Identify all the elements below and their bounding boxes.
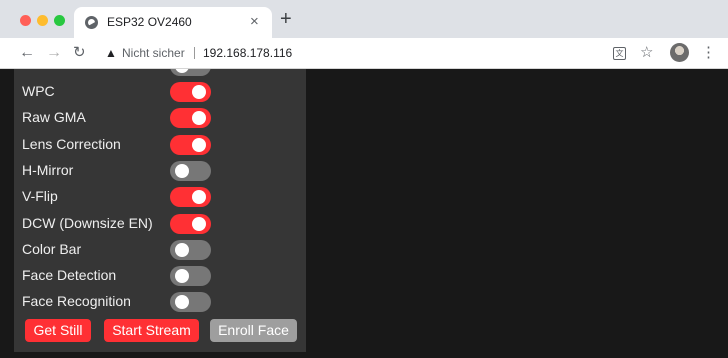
warning-icon[interactable]: ▲: [105, 46, 117, 60]
start-stream-button[interactable]: Start Stream: [104, 319, 199, 342]
toggle-row: Lens Correction: [14, 132, 306, 158]
toggle-knob: [192, 85, 206, 99]
browser-tab-bar: ESP32 OV2460 × +: [0, 0, 728, 38]
toggle-switch[interactable]: [170, 239, 211, 260]
get-still-button[interactable]: Get Still: [25, 319, 91, 342]
back-arrow-icon[interactable]: ←: [19, 43, 35, 63]
profile-avatar[interactable]: [670, 43, 689, 62]
maximize-window-icon[interactable]: [54, 15, 65, 26]
toggle-row-partial: [14, 69, 306, 79]
toggle-label: Color Bar: [22, 240, 82, 257]
globe-icon: [85, 16, 98, 29]
toggle-label: Face Detection: [22, 267, 117, 284]
toggle-row: Face Recognition: [14, 289, 306, 315]
toggle-switch[interactable]: [170, 69, 211, 76]
toggle-knob: [175, 242, 189, 257]
toggle-knob: [175, 269, 189, 284]
enroll-face-button[interactable]: Enroll Face: [210, 319, 297, 342]
toggle-switch[interactable]: [170, 108, 211, 129]
toggle-switch[interactable]: [170, 134, 211, 155]
camera-page: WPC Raw GMA Lens Correction H-Mirror V-Flip D…: [0, 69, 728, 358]
toggle-label: DCW (Downsize EN): [22, 214, 153, 231]
security-label[interactable]: Nicht sicher: [122, 46, 185, 60]
toggle-knob: [192, 111, 206, 126]
toggle-knob: [175, 69, 189, 73]
forward-arrow-icon[interactable]: →: [46, 43, 62, 63]
tab-close-icon[interactable]: ×: [250, 13, 259, 31]
tab-title: ESP32 OV2460: [107, 15, 192, 29]
toggle-row: Color Bar: [14, 237, 306, 263]
reload-icon[interactable]: ↻: [73, 43, 86, 63]
new-tab-icon[interactable]: +: [280, 8, 292, 30]
toggle-row: Face Detection: [14, 263, 306, 289]
toggle-row: DCW (Downsize EN): [14, 211, 306, 237]
settings-panel[interactable]: WPC Raw GMA Lens Correction H-Mirror V-Flip D…: [14, 69, 306, 352]
toggle-label: WPC: [22, 83, 55, 99]
browser-toolbar: ← → ↻ ▲ Nicht sicher 192.168.178.116 文 ☆…: [0, 38, 728, 69]
toggle-knob: [175, 295, 189, 310]
toggle-label: H-Mirror: [22, 161, 74, 178]
toggle-switch[interactable]: [170, 82, 211, 102]
more-menu-icon[interactable]: ⋮: [701, 43, 716, 63]
minimize-window-icon[interactable]: [37, 15, 48, 26]
toggle-knob: [192, 216, 206, 231]
close-window-icon[interactable]: [20, 15, 31, 26]
toggle-switch[interactable]: [170, 292, 211, 313]
toggle-row: H-Mirror: [14, 158, 306, 184]
toggle-label: Lens Correction: [22, 135, 121, 152]
toggle-label: Face Recognition: [22, 293, 131, 310]
toggle-row: Raw GMA: [14, 105, 306, 131]
address-separator: [194, 47, 195, 59]
address-bar[interactable]: 192.168.178.116: [203, 46, 292, 60]
toggle-switch[interactable]: [170, 187, 211, 208]
toggle-knob: [175, 163, 189, 178]
toggle-switch[interactable]: [170, 160, 211, 181]
toggle-label: V-Flip: [22, 188, 58, 205]
toggle-switch[interactable]: [170, 266, 211, 287]
toggle-switch[interactable]: [170, 213, 211, 234]
toggle-row: WPC: [14, 79, 306, 105]
toggle-label: Raw GMA: [22, 109, 86, 126]
toggle-knob: [192, 137, 206, 152]
bookmark-star-icon[interactable]: ☆: [640, 43, 653, 63]
toggle-knob: [192, 190, 206, 205]
browser-tab[interactable]: ESP32 OV2460 ×: [74, 7, 272, 38]
toggle-row: V-Flip: [14, 184, 306, 210]
translate-icon[interactable]: 文: [613, 47, 626, 60]
